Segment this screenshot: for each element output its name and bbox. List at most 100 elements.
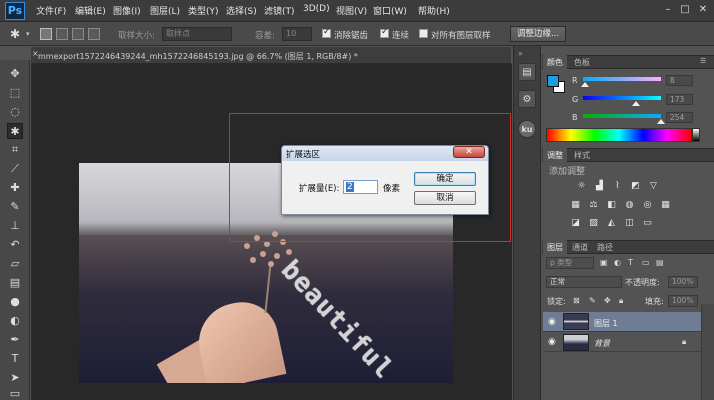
exposure-icon[interactable]: ◩ xyxy=(629,181,642,192)
marquee-tool-icon[interactable]: ⬚ xyxy=(7,85,23,101)
eyedropper-tool-icon[interactable]: ⟋ xyxy=(7,161,23,177)
eraser-tool-icon[interactable]: ▱ xyxy=(7,256,23,272)
crop-tool-icon[interactable]: ⌗ xyxy=(7,142,23,158)
color-lookup-icon[interactable]: ▦ xyxy=(659,200,672,211)
curves-icon[interactable]: ⌇ xyxy=(611,181,624,192)
photo-filter-icon[interactable]: ◍ xyxy=(623,200,636,211)
color-balance-icon[interactable]: ⚖ xyxy=(587,200,600,211)
new-selection-mode-button[interactable] xyxy=(40,28,52,40)
channel-mixer-icon[interactable]: ◎ xyxy=(641,200,654,211)
blur-tool-icon[interactable]: ● xyxy=(7,294,23,310)
ku-plugin-icon[interactable]: ku xyxy=(518,120,536,138)
invert-icon[interactable]: ◪ xyxy=(569,218,582,229)
tab-swatches[interactable]: 色板 xyxy=(574,57,590,68)
filter-adjustment-icon[interactable]: ◐ xyxy=(614,258,621,267)
layer1-visibility-eye-icon[interactable]: ◉ xyxy=(548,317,556,327)
filter-smart-object-icon[interactable]: ▤ xyxy=(656,258,664,267)
expand-by-input[interactable]: 2 xyxy=(343,180,378,194)
blue-slider[interactable] xyxy=(583,114,661,118)
layers-scrollbar[interactable] xyxy=(701,304,714,400)
layer1-name[interactable]: 图层 1 xyxy=(594,318,618,329)
brightness-contrast-icon[interactable]: ☼ xyxy=(575,181,588,192)
maximize-button[interactable]: □ xyxy=(677,3,693,17)
pen-tool-icon[interactable]: ✒ xyxy=(7,332,23,348)
grayscale-ramp[interactable] xyxy=(692,128,700,142)
tab-paths[interactable]: 路径 xyxy=(597,242,613,253)
gradient-tool-icon[interactable]: ▤ xyxy=(7,275,23,291)
tab-styles[interactable]: 样式 xyxy=(574,150,590,161)
gradient-map-icon[interactable]: ▭ xyxy=(641,218,654,229)
lasso-tool-icon[interactable]: ◌ xyxy=(7,104,23,120)
clone-stamp-tool-icon[interactable]: ⊥ xyxy=(7,218,23,234)
hue-saturation-icon[interactable]: ▦ xyxy=(569,200,582,211)
dodge-tool-icon[interactable]: ◐ xyxy=(7,313,23,329)
blue-value-field[interactable]: 254 xyxy=(666,112,693,123)
posterize-icon[interactable]: ▨ xyxy=(587,218,600,229)
lock-image-icon[interactable]: ✎ xyxy=(589,296,596,305)
menu-image[interactable]: 图像(I) xyxy=(113,4,141,17)
path-selection-tool-icon[interactable]: ➤ xyxy=(7,370,23,386)
panel-menu-icon[interactable]: ☰ xyxy=(700,57,706,65)
blend-mode-select[interactable]: 正常 xyxy=(546,276,622,288)
selective-color-icon[interactable]: ◫ xyxy=(623,218,636,229)
blue-slider-thumb[interactable] xyxy=(657,119,665,124)
red-value-field[interactable]: 8 xyxy=(666,75,693,86)
green-value-field[interactable]: 173 xyxy=(666,94,693,105)
menu-window[interactable]: 窗口(W) xyxy=(373,4,407,17)
subtract-from-selection-mode-button[interactable] xyxy=(72,28,84,40)
shape-tool-icon[interactable]: ▭ xyxy=(7,386,23,400)
dialog-close-button[interactable]: ✕ xyxy=(453,146,485,158)
red-slider-thumb[interactable] xyxy=(581,82,589,87)
menu-select[interactable]: 选择(S) xyxy=(226,4,257,17)
lock-all-icon[interactable]: 🔒︎ xyxy=(619,296,623,306)
history-panel-icon[interactable]: ▤ xyxy=(518,63,536,81)
threshold-icon[interactable]: ◭ xyxy=(605,218,618,229)
sample-all-layers-checkbox[interactable] xyxy=(419,29,428,38)
red-slider[interactable] xyxy=(583,77,661,81)
move-tool-icon[interactable]: ✥ xyxy=(7,66,23,82)
brush-tool-icon[interactable]: ✎ xyxy=(7,199,23,215)
antialias-checkbox[interactable] xyxy=(322,27,331,38)
color-spectrum-ramp[interactable] xyxy=(546,128,692,142)
vibrance-icon[interactable]: ▽ xyxy=(647,181,660,192)
chevron-down-icon[interactable]: ▾ xyxy=(26,30,30,38)
menu-file[interactable]: 文件(F) xyxy=(36,4,66,17)
history-brush-tool-icon[interactable]: ↶ xyxy=(7,237,23,253)
dock-collapse-icon[interactable]: » xyxy=(518,49,523,58)
properties-panel-icon[interactable]: ⚙ xyxy=(518,90,536,108)
menu-filter[interactable]: 滤镜(T) xyxy=(264,4,295,17)
minimize-button[interactable]: – xyxy=(660,3,676,17)
menu-type[interactable]: 类型(Y) xyxy=(188,4,219,17)
menu-help[interactable]: 帮助(H) xyxy=(418,4,450,17)
tab-color[interactable]: 颜色 xyxy=(547,57,563,68)
lock-transparent-icon[interactable]: ⊠ xyxy=(573,296,580,305)
lock-position-icon[interactable]: ✥ xyxy=(604,296,611,305)
filter-shape-icon[interactable]: ▭ xyxy=(642,258,650,267)
green-slider[interactable] xyxy=(583,96,661,100)
foreground-color-swatch[interactable] xyxy=(547,75,559,87)
filter-pixel-icon[interactable]: ▣ xyxy=(600,258,608,267)
green-slider-thumb[interactable] xyxy=(632,101,640,106)
levels-icon[interactable]: ▟ xyxy=(593,181,606,192)
opacity-input[interactable]: 100% xyxy=(668,276,698,288)
sample-size-select[interactable]: 取样点 xyxy=(162,27,232,41)
ok-button[interactable]: 确定 xyxy=(414,172,476,186)
menu-3d[interactable]: 3D(D) xyxy=(303,4,330,14)
tolerance-input[interactable]: 10 xyxy=(282,27,312,41)
menu-edit[interactable]: 编辑(E) xyxy=(75,4,106,17)
menu-view[interactable]: 视图(V) xyxy=(336,4,367,17)
tab-channels[interactable]: 通道 xyxy=(572,242,588,253)
menu-layer[interactable]: 图层(L) xyxy=(150,4,180,17)
magic-wand-tool-icon[interactable]: ✱ xyxy=(7,123,23,139)
tab-adjustments[interactable]: 调整 xyxy=(547,150,563,161)
layer-kind-filter[interactable]: ρ 类型 xyxy=(546,257,594,269)
cancel-button[interactable]: 取消 xyxy=(414,191,476,205)
background-visibility-eye-icon[interactable]: ◉ xyxy=(548,337,556,347)
contiguous-checkbox[interactable] xyxy=(380,27,389,38)
close-window-button[interactable]: ✕ xyxy=(695,3,711,17)
type-tool-icon[interactable]: T xyxy=(7,351,23,367)
intersect-selection-mode-button[interactable] xyxy=(88,28,100,40)
black-white-icon[interactable]: ◧ xyxy=(605,200,618,211)
tab-layers[interactable]: 图层 xyxy=(547,242,563,253)
add-to-selection-mode-button[interactable] xyxy=(56,28,68,40)
